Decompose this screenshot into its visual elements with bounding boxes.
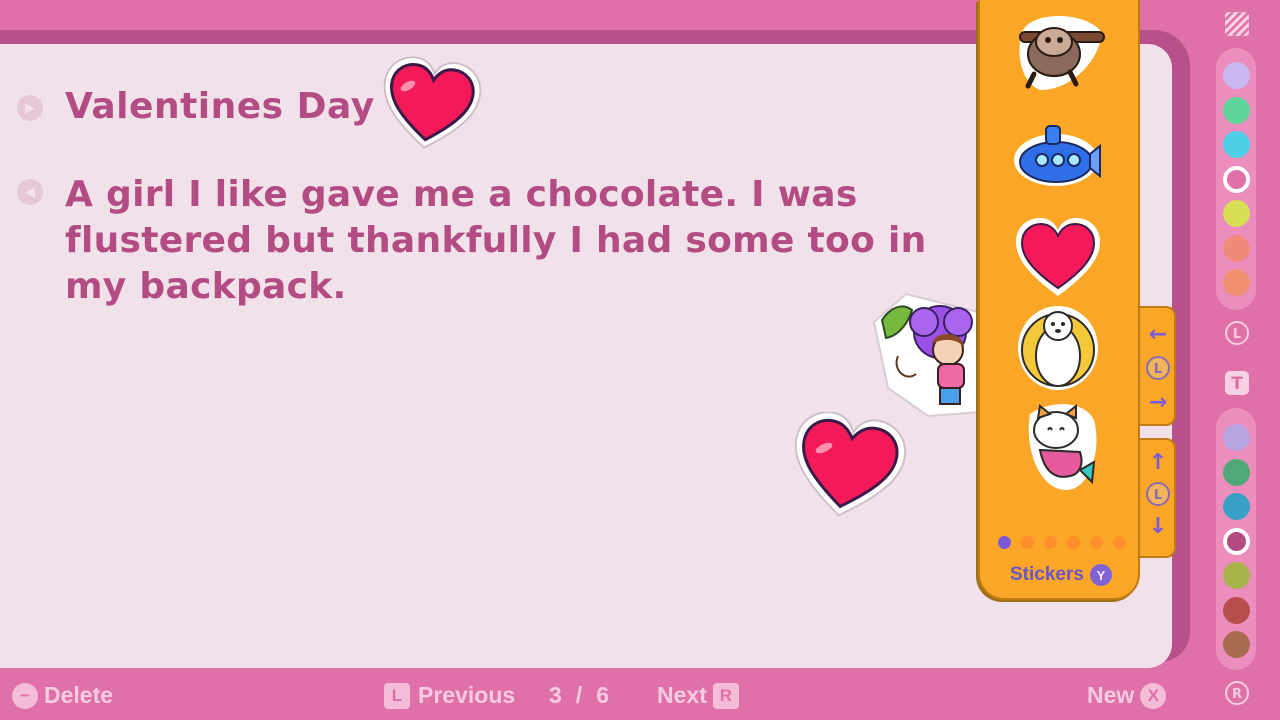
heart-sticker[interactable] xyxy=(378,56,482,156)
l-stick-icon: L xyxy=(1146,356,1170,380)
page-dot[interactable] xyxy=(1044,536,1057,549)
page-dot[interactable] xyxy=(1090,536,1103,549)
sloth-sticker[interactable] xyxy=(1010,2,1106,92)
sticker-page-dots xyxy=(998,536,1126,549)
arrow-down-icon[interactable]: ↓ xyxy=(1146,514,1170,539)
previous-label: Previous xyxy=(418,682,516,708)
next-button[interactable]: Next R xyxy=(657,682,739,709)
color-swatch[interactable] xyxy=(1223,165,1250,193)
r-button-icon: R xyxy=(712,682,739,709)
vertical-move-tab[interactable]: ↑ L ↓ xyxy=(1140,438,1176,558)
color-swatch[interactable] xyxy=(1223,131,1250,158)
arrow-up-icon[interactable]: ↑ xyxy=(1146,450,1170,475)
minus-button-icon: − xyxy=(12,682,38,709)
polar-bear-sticker[interactable] xyxy=(1010,304,1106,394)
page-dot[interactable] xyxy=(998,536,1011,549)
bottom-bar: − Delete L Previous 3 / 6 Next R New X xyxy=(0,672,1280,720)
stickers-label-text: Stickers xyxy=(1010,564,1084,586)
svg-text:L: L xyxy=(1233,327,1241,342)
color-swatch[interactable] xyxy=(1223,269,1250,296)
entry-title[interactable]: Valentines Day xyxy=(65,86,375,127)
page-counter: 3 / 6 xyxy=(549,682,609,709)
color-swatch[interactable] xyxy=(1223,424,1250,451)
mermaid-cat-sticker[interactable] xyxy=(1010,400,1106,490)
delete-button[interactable]: − Delete xyxy=(12,682,113,709)
new-label: New xyxy=(1087,682,1135,708)
l-button-icon: L xyxy=(1224,320,1250,346)
new-button[interactable]: New X xyxy=(1087,682,1167,709)
pattern-fill-icon[interactable] xyxy=(1224,11,1250,37)
submarine-sticker[interactable] xyxy=(1010,106,1106,196)
x-button-icon: X xyxy=(1140,682,1167,709)
svg-text:L: L xyxy=(1154,488,1162,503)
page-dot[interactable] xyxy=(1021,536,1034,549)
color-swatch[interactable] xyxy=(1223,493,1250,520)
previous-button[interactable]: L Previous xyxy=(384,682,515,709)
sticker-panel[interactable]: Stickers Y xyxy=(978,0,1140,600)
text-tool-icon[interactable]: T xyxy=(1224,370,1250,396)
color-swatch[interactable] xyxy=(1223,527,1250,555)
color-swatch[interactable] xyxy=(1223,234,1250,262)
svg-text:L: L xyxy=(1154,362,1162,377)
page-separator: / xyxy=(575,682,583,708)
svg-text:T: T xyxy=(1231,374,1243,394)
entry-text[interactable]: A girl I like gave me a chocolate. I was… xyxy=(65,172,995,310)
l-stick-icon: L xyxy=(1146,482,1170,506)
arrow-left-icon[interactable]: ← xyxy=(1146,322,1170,347)
title-bullet-icon: ▶ xyxy=(17,95,43,121)
delete-label: Delete xyxy=(44,682,114,708)
horizontal-move-tab[interactable]: ← L → xyxy=(1140,306,1176,426)
color-swatch[interactable] xyxy=(1223,596,1250,624)
y-button-badge: Y xyxy=(1089,564,1112,586)
color-swatch[interactable] xyxy=(1223,62,1250,89)
l-button-icon: L xyxy=(384,682,410,709)
next-label: Next xyxy=(657,682,707,708)
stickers-label[interactable]: Stickers Y xyxy=(1010,564,1112,586)
girl-flower-sticker[interactable] xyxy=(868,292,980,418)
current-page: 3 xyxy=(549,682,562,708)
page-dot[interactable] xyxy=(1113,536,1126,549)
color-swatch[interactable] xyxy=(1223,458,1250,486)
color-swatch[interactable] xyxy=(1223,562,1250,589)
total-pages: 6 xyxy=(596,682,609,708)
heart-sticker[interactable] xyxy=(788,412,906,524)
arrow-right-icon[interactable]: → xyxy=(1146,390,1170,415)
color-swatch[interactable] xyxy=(1223,631,1250,658)
text-bullet-icon: ◀ xyxy=(17,179,43,205)
heart-sticker[interactable] xyxy=(1010,212,1106,302)
color-swatch[interactable] xyxy=(1223,200,1250,227)
color-swatch[interactable] xyxy=(1223,96,1250,124)
page-dot[interactable] xyxy=(1067,536,1080,549)
